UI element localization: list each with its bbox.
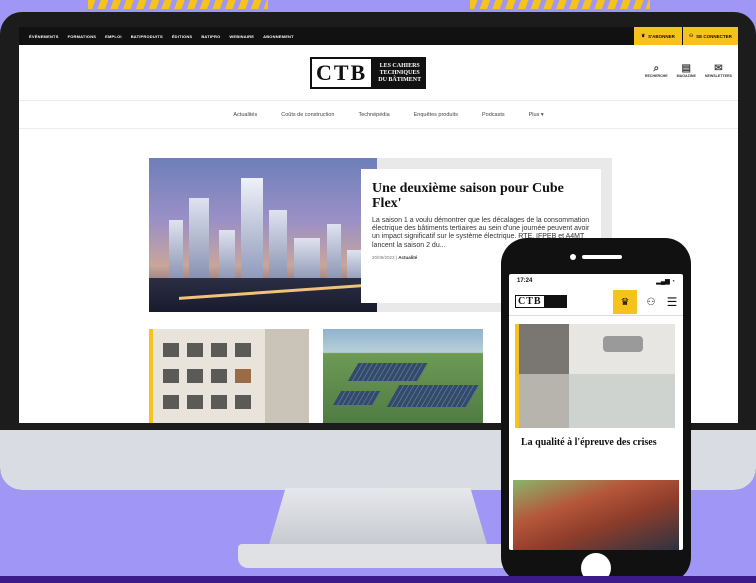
mobile-article-title[interactable]: La qualité à l'épreuve des crises [521,437,671,449]
magazine-button[interactable]: ▤ MAGAZINE [677,63,696,78]
mobile-article-image[interactable] [515,324,675,428]
newsletter-icon: ✉ [714,63,723,74]
featured-article-image [149,158,377,312]
search-button[interactable]: ⌕ RECHERCHE [645,63,668,78]
mobile-logo[interactable]: CTB [515,295,567,308]
mobile-phone: 17:24 ▂▄▆ ◔ CTB ♛ ⚇ ☰ La qualité à l'épr… [501,238,691,583]
menu-item-podcasts[interactable]: Podcasts [482,112,505,118]
monitor-base [238,544,518,568]
logo-letters: CTB [310,57,374,89]
decor-stripes-right [470,0,650,9]
article-thumbnail-building[interactable] [149,329,309,423]
login-button[interactable]: ⚇ SE CONNECTER [682,27,738,45]
user-icon: ⚇ [689,33,694,38]
mobile-article-image-roof[interactable] [513,480,679,550]
top-navigation-bar: ÉVÉNEMENTS FORMATIONS EMPLOI BATIPRODUIT… [19,27,738,45]
menu-item-couts[interactable]: Coûts de construction [281,112,334,118]
status-time: 17:24 [517,278,533,284]
menu-item-plus[interactable]: Plus ▾ [529,112,544,118]
newsletter-button[interactable]: ✉ NEWSLETTERS [705,63,732,78]
article-title[interactable]: Une deuxième saison pour Cube Flex' [372,181,590,211]
subscribe-button[interactable]: ♛ S'ABONNER [634,27,682,45]
crown-icon: ♛ [641,33,646,38]
header-actions: ⌕ RECHERCHE ▤ MAGAZINE ✉ NEWSLETTERS [645,63,732,78]
article-thumbnail-solar-farm[interactable] [323,329,483,423]
topnav-item[interactable]: EMPLOI [105,34,122,39]
decor-stripes-left [88,0,268,9]
menu-item-enquetes[interactable]: Enquêtes produits [414,112,458,118]
main-menu: Actualités Coûts de construction Techné​… [19,101,738,129]
topnav-item[interactable]: BATIPRO [201,34,220,39]
topnav-item[interactable]: WEBINAIRE [229,34,254,39]
search-icon: ⌕ [653,63,660,74]
ctb-logo[interactable]: CTB LES CAHIERS TECHNIQUES DU BÂTIMENT [310,57,427,89]
menu-item-actualites[interactable]: Actualités [233,112,257,118]
site-header: CTB LES CAHIERS TECHNIQUES DU BÂTIMENT ⌕… [19,45,738,101]
signal-wifi-battery-icon: ▂▄▆ ◔ [656,278,675,285]
decor-bottom-band [0,576,756,583]
mobile-header: CTB ♛ ⚇ ☰ [509,288,683,316]
topnav-item[interactable]: ÉVÉNEMENTS [29,34,59,39]
hamburger-menu-icon[interactable]: ☰ [663,290,681,314]
phone-notch [556,250,636,264]
menu-item-technepedia[interactable]: Techné​pédia [358,112,389,118]
crown-icon[interactable]: ♛ [613,290,637,314]
topnav-item[interactable]: BATIPRODUITS [131,34,163,39]
topnav-item[interactable]: FORMATIONS [68,34,97,39]
status-bar: 17:24 ▂▄▆ ◔ [509,274,683,288]
mobile-screen: 17:24 ▂▄▆ ◔ CTB ♛ ⚇ ☰ La qualité à l'épr… [509,274,683,550]
monitor-stand [268,488,488,548]
topnav-item[interactable]: ÉDITIONS [172,34,193,39]
topnav-item[interactable]: ABONNEMENT [263,34,294,39]
logo-tagline: LES CAHIERS TECHNIQUES DU BÂTIMENT [373,57,427,89]
user-icon[interactable]: ⚇ [642,290,660,314]
magazine-icon: ▤ [681,63,691,74]
